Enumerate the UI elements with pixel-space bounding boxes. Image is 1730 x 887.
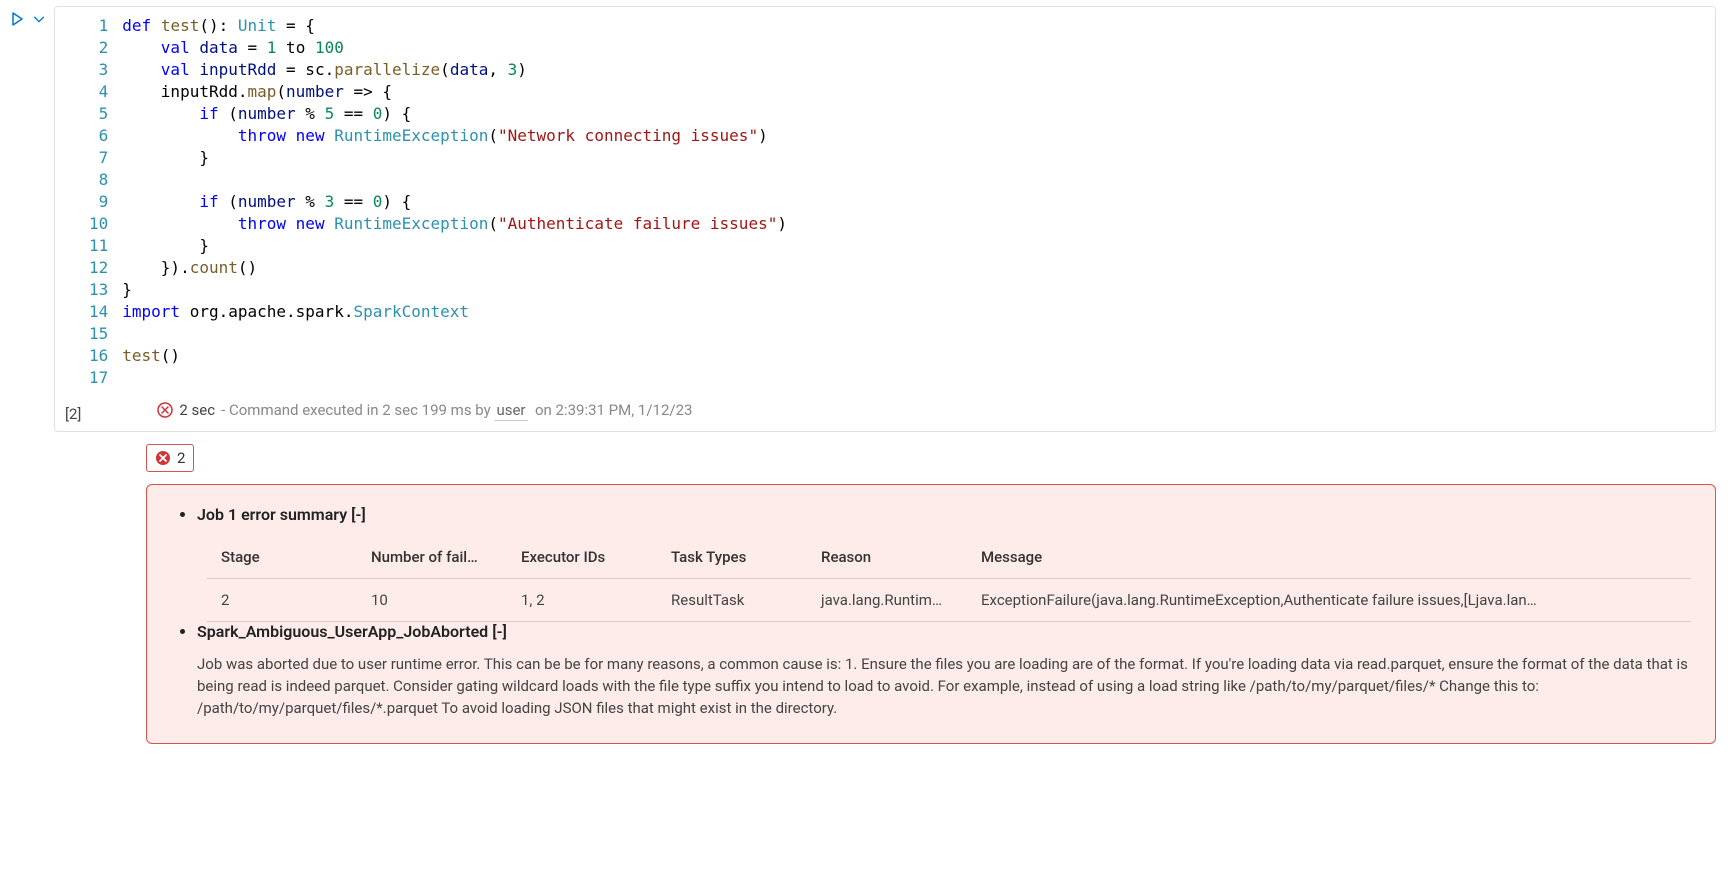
- line-number: 10: [89, 213, 108, 235]
- cell-stage: 2: [207, 579, 357, 622]
- line-number: 17: [89, 367, 108, 389]
- run-menu-button[interactable]: [30, 10, 48, 28]
- line-number: 13: [89, 279, 108, 301]
- line-number: 15: [89, 323, 108, 345]
- execution-sep: -: [221, 401, 229, 419]
- col-message[interactable]: Message: [967, 536, 1691, 579]
- execution-user[interactable]: user: [494, 401, 527, 421]
- notebook-cell: 1234567891011121314151617 def test(): Un…: [0, 0, 1730, 744]
- line-number: 9: [89, 191, 108, 213]
- line-number: 14: [89, 301, 108, 323]
- error-details-box: Job 1 error summary [-] Stage Nu: [146, 484, 1716, 744]
- col-fail-count[interactable]: Number of fail…: [357, 536, 507, 579]
- error-count: 2: [177, 449, 185, 467]
- cell-fail-count: 10: [357, 579, 507, 622]
- line-number: 3: [89, 59, 108, 81]
- error-summary-header[interactable]: Job 1 error summary [-]: [197, 505, 1691, 524]
- line-number: 1: [89, 15, 108, 37]
- error-count-tab[interactable]: 2: [146, 444, 194, 472]
- line-number: 4: [89, 81, 108, 103]
- table-row[interactable]: 2 10 1, 2 ResultTask java.lang.Runtim… E…: [207, 579, 1691, 622]
- error-aborted-title: Spark_Ambiguous_UserApp_JobAborted: [197, 622, 488, 641]
- line-number: 6: [89, 125, 108, 147]
- line-number: 11: [89, 235, 108, 257]
- chevron-down-icon: [32, 12, 46, 26]
- error-filled-icon: [155, 450, 171, 466]
- cell-message: ExceptionFailure(java.lang.RuntimeExcept…: [967, 579, 1691, 622]
- line-number: 7: [89, 147, 108, 169]
- col-stage[interactable]: Stage: [207, 536, 357, 579]
- play-icon: [9, 11, 25, 27]
- code-content[interactable]: def test(): Unit = { val data = 1 to 100…: [122, 15, 787, 389]
- line-number: 2: [89, 37, 108, 59]
- cell-executor-ids: 1, 2: [507, 579, 657, 622]
- execution-duration: 2 sec: [179, 401, 215, 419]
- execution-time: on 2:39:31 PM, 1/12/23: [535, 401, 692, 419]
- table-header-row: Stage Number of fail… Executor IDs Task …: [207, 536, 1691, 579]
- execution-count: [2]: [65, 397, 157, 423]
- error-aborted-description: Job was aborted due to user runtime erro…: [197, 653, 1691, 719]
- line-number: 5: [89, 103, 108, 125]
- cell-task-types: ResultTask: [657, 579, 807, 622]
- error-summary-title: Job 1 error summary: [197, 505, 347, 524]
- collapse-toggle[interactable]: [-]: [492, 622, 507, 641]
- cell-run-controls: [8, 6, 54, 744]
- col-task-types[interactable]: Task Types: [657, 536, 807, 579]
- col-executor-ids[interactable]: Executor IDs: [507, 536, 657, 579]
- line-number-gutter: 1234567891011121314151617: [55, 15, 122, 389]
- run-cell-button[interactable]: [8, 10, 26, 28]
- code-editor[interactable]: 1234567891011121314151617 def test(): Un…: [54, 6, 1716, 432]
- execution-status-row: [2] 2 sec - Command executed in 2 sec 19…: [55, 389, 1715, 425]
- execution-detail: Command executed in 2 sec 199 ms by: [229, 401, 491, 419]
- col-reason[interactable]: Reason: [807, 536, 967, 579]
- collapse-toggle[interactable]: [-]: [351, 505, 366, 524]
- error-table: Stage Number of fail… Executor IDs Task …: [207, 536, 1691, 622]
- error-icon: [157, 402, 173, 418]
- line-number: 12: [89, 257, 108, 279]
- error-aborted-header[interactable]: Spark_Ambiguous_UserApp_JobAborted [-]: [197, 622, 1691, 641]
- error-panel: 2 Job 1 error summary [-]: [54, 432, 1730, 744]
- line-number: 16: [89, 345, 108, 367]
- cell-reason: java.lang.Runtim…: [807, 579, 967, 622]
- line-number: 8: [89, 169, 108, 191]
